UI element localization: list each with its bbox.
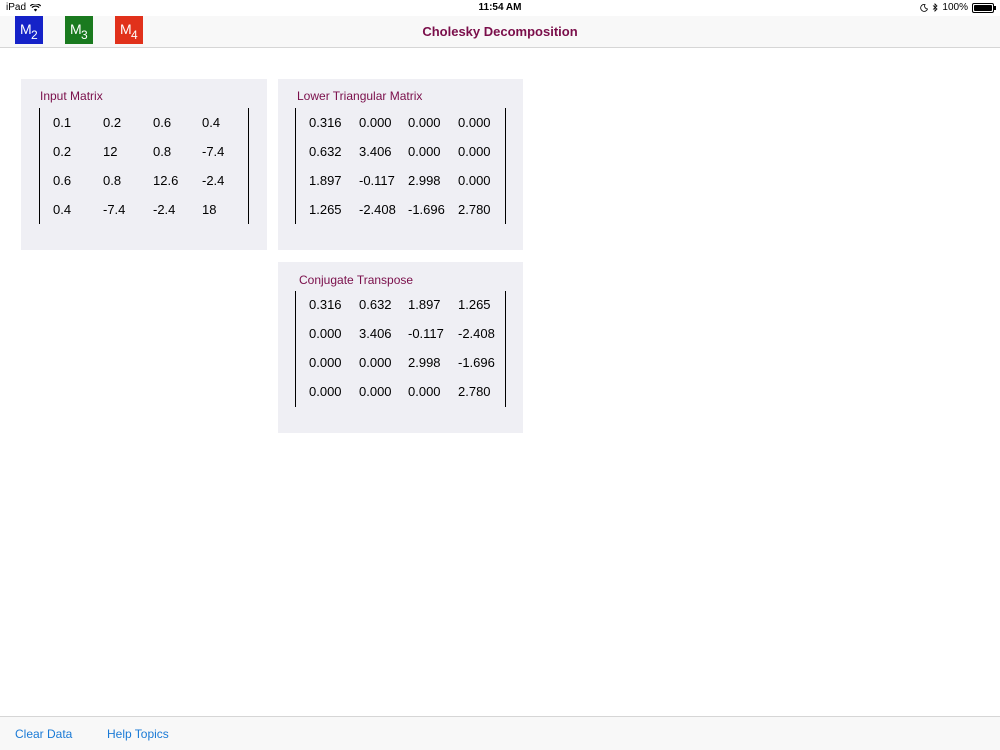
matrix-cell: 0.000 bbox=[359, 384, 392, 399]
input-matrix: 0.1 0.2 0.6 0.4 0.2 12 0.8 -7.4 0.6 0.8 … bbox=[39, 108, 249, 224]
matrix-cell: 3.406 bbox=[359, 144, 392, 159]
lower-triangular-title: Lower Triangular Matrix bbox=[297, 89, 423, 103]
matrix-cell[interactable]: 12 bbox=[103, 144, 117, 159]
matrix-cell: 0.632 bbox=[359, 297, 392, 312]
nav-bar: M 2 M 3 M 4 Cholesky Decomposition bbox=[0, 16, 1000, 48]
matrix-cell[interactable]: 0.2 bbox=[103, 115, 121, 130]
page-title: Cholesky Decomposition bbox=[422, 24, 578, 39]
matrix-cell: -2.408 bbox=[359, 202, 396, 217]
matrix-cell: 0.632 bbox=[309, 144, 342, 159]
matrix-cell[interactable]: 0.6 bbox=[53, 173, 71, 188]
matrix-cell: 0.000 bbox=[309, 355, 342, 370]
matrix-cell[interactable]: -7.4 bbox=[103, 202, 125, 217]
matrix-cell[interactable]: 0.8 bbox=[103, 173, 121, 188]
conjugate-transpose-matrix: 0.316 0.632 1.897 1.265 0.000 3.406 -0.1… bbox=[295, 291, 506, 407]
matrix-cell: 2.780 bbox=[458, 384, 491, 399]
matrix-cell: 0.000 bbox=[458, 173, 491, 188]
status-right: 100% bbox=[920, 2, 996, 13]
help-topics-button[interactable]: Help Topics bbox=[107, 727, 169, 741]
matrix-cell: 2.998 bbox=[408, 355, 441, 370]
matrix-cell[interactable]: 0.2 bbox=[53, 144, 71, 159]
conjugate-transpose-panel: Conjugate Transpose 0.316 0.632 1.897 1.… bbox=[278, 262, 523, 433]
matrix-cell: -0.117 bbox=[408, 326, 444, 341]
matrix-cell[interactable]: 0.4 bbox=[202, 115, 220, 130]
lower-triangular-panel: Lower Triangular Matrix 0.316 0.000 0.00… bbox=[278, 79, 523, 250]
matrix-cell[interactable]: 0.4 bbox=[53, 202, 71, 217]
status-time: 11:54 AM bbox=[478, 2, 522, 13]
bluetooth-icon bbox=[933, 3, 939, 12]
matrix-cell[interactable]: 0.8 bbox=[153, 144, 171, 159]
matrix-cell[interactable]: -2.4 bbox=[202, 173, 224, 188]
battery-icon bbox=[972, 2, 996, 13]
matrix-cell: -1.696 bbox=[408, 202, 445, 217]
matrix-cell: -2.408 bbox=[458, 326, 495, 341]
status-bar: iPad 11:54 AM 100% bbox=[0, 0, 1000, 16]
matrix-cell: 0.000 bbox=[408, 144, 441, 159]
matrix-cell: 0.316 bbox=[309, 297, 342, 312]
bottom-toolbar: Clear Data Help Topics bbox=[0, 716, 1000, 750]
moon-icon bbox=[920, 3, 929, 12]
matrix-cell[interactable]: -2.4 bbox=[153, 202, 175, 217]
matrix-cell[interactable]: 18 bbox=[202, 202, 216, 217]
matrix-cell: 1.897 bbox=[408, 297, 441, 312]
matrix-cell: 0.000 bbox=[458, 144, 491, 159]
matrix-cell: 1.897 bbox=[309, 173, 342, 188]
matrix-cell: 1.265 bbox=[309, 202, 342, 217]
matrix-cell: 0.000 bbox=[359, 355, 392, 370]
matrix-cell: 0.316 bbox=[309, 115, 342, 130]
matrix-cell: 0.000 bbox=[408, 384, 441, 399]
input-matrix-panel: Input Matrix 0.1 0.2 0.6 0.4 0.2 12 0.8 … bbox=[21, 79, 267, 250]
matrix-cell[interactable]: 12.6 bbox=[153, 173, 178, 188]
battery-percent: 100% bbox=[942, 2, 968, 13]
matrix-cell: 0.000 bbox=[408, 115, 441, 130]
matrix-cell: 1.265 bbox=[458, 297, 491, 312]
matrix-cell: 0.000 bbox=[309, 384, 342, 399]
matrix-cell: 2.780 bbox=[458, 202, 491, 217]
matrix-cell: 0.000 bbox=[458, 115, 491, 130]
matrix-cell[interactable]: 0.1 bbox=[53, 115, 71, 130]
clear-data-button[interactable]: Clear Data bbox=[15, 727, 72, 741]
conjugate-transpose-title: Conjugate Transpose bbox=[299, 273, 414, 287]
lower-triangular-matrix: 0.316 0.000 0.000 0.000 0.632 3.406 0.00… bbox=[295, 108, 506, 224]
matrix-cell[interactable]: 0.6 bbox=[153, 115, 171, 130]
matrix-cell: 3.406 bbox=[359, 326, 392, 341]
matrix-cell: -1.696 bbox=[458, 355, 495, 370]
matrix-cell: 0.000 bbox=[309, 326, 342, 341]
app-screen: iPad 11:54 AM 100% M 2 M 3 M 4 Cholesky … bbox=[0, 0, 1000, 750]
input-matrix-title: Input Matrix bbox=[40, 89, 103, 103]
matrix-cell[interactable]: -7.4 bbox=[202, 144, 224, 159]
matrix-cell: 2.998 bbox=[408, 173, 441, 188]
matrix-cell: 0.000 bbox=[359, 115, 392, 130]
matrix-cell: -0.117 bbox=[359, 173, 395, 188]
